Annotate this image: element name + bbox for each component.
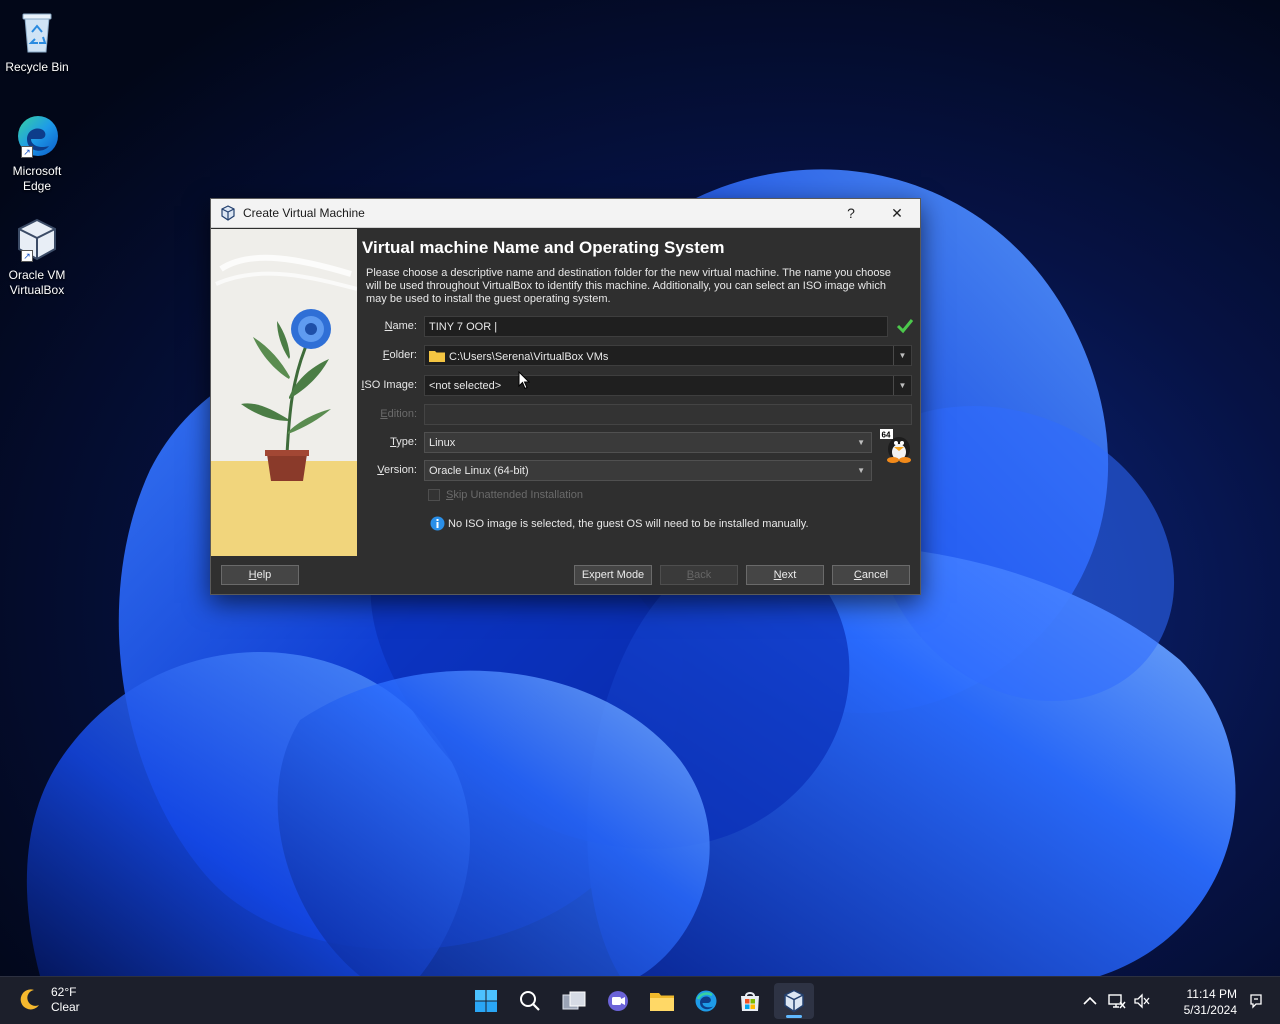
dialog-titlebar[interactable]: Create Virtual Machine ? ✕ [211,199,920,228]
close-icon: ✕ [891,204,903,221]
page-title: Virtual machine Name and Operating Syste… [362,238,725,257]
name-label: Name: [384,320,417,332]
iso-label: ISO Image: [361,379,417,391]
valid-check-icon [896,319,914,334]
name-input[interactable]: TINY 7 OOR | [424,316,888,337]
skip-unattended-checkbox: Skip Unattended Installation [428,489,583,501]
clock[interactable]: 11:14 PM 5/31/2024 [1184,986,1237,1018]
skip-unattended-label: Skip Unattended Installation [446,489,583,501]
folder-icon [429,351,445,362]
network-icon[interactable] [1107,991,1127,1011]
virtualbox-app-icon [221,205,235,221]
desktop-icon-label: VirtualBox [9,283,65,297]
clock-date: 5/31/2024 [1183,1003,1237,1017]
checkbox-box [428,489,440,501]
folder-row: Folder: C:\Users\Serena\VirtualBox VMs ▼ [362,345,920,367]
weather-condition: Clear [51,1000,80,1014]
chevron-up-icon[interactable] [1080,991,1100,1011]
store-icon [741,992,759,1011]
type-label: Type: [390,436,417,448]
chat-icon [608,991,628,1011]
windows-logo-icon [475,990,497,1012]
info-icon [430,516,445,531]
notifications-icon[interactable] [1246,991,1266,1011]
cancel-button[interactable]: Cancel [832,565,910,585]
page-description: Please choose a descriptive name and des… [366,267,892,305]
chevron-down-icon: ▼ [857,438,865,447]
desktop-icon-label: Microsoft [12,164,62,178]
type-value: Linux [429,437,456,449]
version-select[interactable]: Oracle Linux (64-bit) ▼ [424,460,872,481]
linux-os-icon: 64 [880,429,911,463]
folder-selector[interactable]: C:\Users\Serena\VirtualBox VMs ▼ [424,345,912,366]
help-button[interactable]: Help [221,565,299,585]
folder-label: Folder: [382,349,417,361]
close-button[interactable]: ✕ [874,199,920,228]
help-title-button[interactable]: ? [828,199,874,228]
wizard-content: Virtual machine Name and Operating Syste… [361,229,920,556]
name-row: Name: TINY 7 OOR | [362,316,920,338]
task-view-button[interactable] [554,983,594,1019]
shortcut-arrow-icon: ↗ [21,250,33,262]
virtualbox-icon [784,989,804,1013]
back-button[interactable]: Back [660,565,738,585]
desktop-icon-label: Oracle VM [8,268,66,282]
volume-muted-icon[interactable] [1132,991,1152,1011]
version-value: Oracle Linux (64-bit) [429,465,529,477]
next-button[interactable]: Next [746,565,824,585]
weather-temp: 62°F [51,985,77,999]
dialog-button-bar: Help Expert Mode Back Next Cancel [211,556,920,594]
desktop-icon-oracle-virtualbox[interactable]: ↗ Oracle VM VirtualBox [2,216,72,298]
search-button[interactable] [510,983,550,1019]
desktop-icon-label: Edge [22,179,52,193]
edition-row: Edition: [362,404,920,426]
edition-label: Edition: [380,408,417,420]
iso-row: ISO Image: <not selected> ▼ [361,375,920,397]
info-message: No ISO image is selected, the guest OS w… [430,516,809,531]
chevron-down-icon[interactable]: ▼ [893,346,911,365]
moon-icon [20,989,39,1010]
clock-time: 11:14 PM [1186,987,1237,1001]
chevron-down-icon[interactable]: ▼ [893,376,911,395]
microsoft-store-button[interactable] [730,983,770,1019]
os-bit-badge: 64 [882,431,891,440]
taskbar: 62°F Clear 11:14 PM 5/31/2024 [0,976,1280,1024]
wizard-side-illustration [211,229,357,556]
system-tray: 11:14 PM 5/31/2024 [1080,977,1280,1024]
recycle-bin-icon [13,8,61,56]
type-select[interactable]: Linux ▼ [424,432,872,453]
create-vm-dialog: Create Virtual Machine ? ✕ Virtual machi… [210,198,921,595]
expert-mode-button[interactable]: Expert Mode [574,565,652,585]
virtualbox-taskbar-button[interactable] [774,983,814,1019]
search-icon [520,991,540,1011]
teams-chat-button[interactable] [598,983,638,1019]
version-row: Version: Oracle Linux (64-bit) ▼ [362,460,920,482]
file-explorer-button[interactable] [642,983,682,1019]
dialog-title: Create Virtual Machine [243,206,365,220]
type-row: Type: Linux ▼ [362,432,920,454]
desktop-icon-microsoft-edge[interactable]: ↗ Microsoft Edge [2,112,72,194]
chevron-down-icon: ▼ [857,466,865,475]
folder-path: C:\Users\Serena\VirtualBox VMs [449,351,609,363]
desktop-icon-label: Recycle Bin [5,60,69,74]
mouse-cursor-icon [518,371,530,390]
desktop-icon-recycle-bin[interactable]: Recycle Bin [2,8,72,75]
shortcut-arrow-icon: ↗ [21,146,33,158]
edge-taskbar-button[interactable] [686,983,726,1019]
info-text: No ISO image is selected, the guest OS w… [448,517,809,530]
weather-widget[interactable]: 62°F Clear [16,985,80,1015]
folder-icon [650,993,674,1011]
running-indicator [786,1015,802,1018]
edge-icon: ↗ [13,112,61,160]
help-glyph: ? [847,205,855,221]
virtualbox-icon: ↗ [13,216,61,264]
edition-select [424,404,912,425]
iso-selector[interactable]: <not selected> ▼ [424,375,912,396]
task-view-icon [562,991,586,1010]
version-label: Version: [377,464,417,476]
edge-icon [695,990,717,1012]
iso-value: <not selected> [429,380,502,392]
start-button[interactable] [466,983,506,1019]
